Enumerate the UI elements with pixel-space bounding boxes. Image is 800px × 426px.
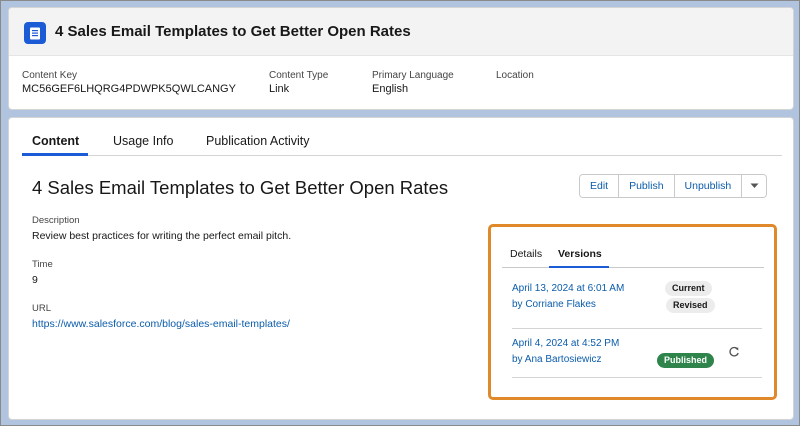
- content-actions: Edit Publish Unpublish: [579, 174, 768, 198]
- versions-panel: Details Versions April 13, 2024 at 6:01 …: [488, 224, 777, 400]
- tab-content[interactable]: Content: [32, 134, 79, 148]
- version-author-link[interactable]: by Ana Bartosiewicz: [512, 354, 602, 365]
- time-label: Time: [32, 259, 53, 270]
- content-type-label: Content Type: [269, 70, 329, 81]
- app-background: 4 Sales Email Templates to Get Better Op…: [0, 0, 800, 426]
- edit-button[interactable]: Edit: [580, 175, 620, 197]
- content-type-value: Link: [269, 83, 290, 95]
- url-label: URL: [32, 303, 52, 314]
- document-icon: [24, 22, 46, 44]
- unpublish-button[interactable]: Unpublish: [674, 175, 743, 197]
- chevron-down-icon: [750, 183, 759, 188]
- version-author-link[interactable]: by Corriane Flakes: [512, 299, 596, 310]
- revised-badge: Revised: [666, 298, 715, 313]
- content-title: 4 Sales Email Templates to Get Better Op…: [32, 177, 449, 198]
- tab-versions[interactable]: Versions: [558, 248, 602, 260]
- location-label: Location: [496, 70, 534, 81]
- version-row: April 13, 2024 at 6:01 AM by Corriane Fl…: [512, 281, 762, 329]
- primary-language-label: Primary Language: [372, 70, 454, 81]
- tab-usage-info[interactable]: Usage Info: [113, 134, 173, 148]
- content-key-label: Content Key: [22, 70, 78, 81]
- versions-panel-tabs: Details Versions: [502, 227, 764, 268]
- content-detail-card: Content Usage Info Publication Activity …: [8, 117, 794, 420]
- current-badge: Current: [665, 281, 712, 296]
- published-badge: Published: [657, 353, 715, 368]
- refresh-icon[interactable]: [728, 346, 740, 358]
- content-tabs: Content Usage Info Publication Activity: [22, 118, 782, 156]
- record-header-title-bar: 4 Sales Email Templates to Get Better Op…: [9, 8, 793, 56]
- active-tab-indicator: [22, 153, 88, 156]
- version-date-link[interactable]: April 4, 2024 at 4:52 PM: [512, 338, 619, 349]
- version-date-link[interactable]: April 13, 2024 at 6:01 AM: [512, 283, 624, 294]
- active-vtab-indicator: [549, 266, 609, 268]
- time-value: 9: [32, 274, 38, 286]
- description-label: Description: [32, 215, 80, 226]
- record-title: 4 Sales Email Templates to Get Better Op…: [55, 23, 411, 40]
- url-link[interactable]: https://www.salesforce.com/blog/sales-em…: [32, 318, 290, 330]
- tab-details[interactable]: Details: [510, 248, 542, 260]
- version-row: April 4, 2024 at 4:52 PM by Ana Bartosie…: [512, 338, 762, 378]
- primary-language-value: English: [372, 83, 409, 95]
- content-key-value: MC56GEF6LHQRG4PDWPK5QWLCANGY: [22, 83, 236, 95]
- record-header: 4 Sales Email Templates to Get Better Op…: [8, 7, 794, 110]
- description-value: Review best practices for writing the pe…: [32, 230, 292, 242]
- tab-publication-activity[interactable]: Publication Activity: [206, 134, 310, 148]
- more-actions-button[interactable]: [742, 175, 767, 197]
- publish-button[interactable]: Publish: [619, 175, 675, 197]
